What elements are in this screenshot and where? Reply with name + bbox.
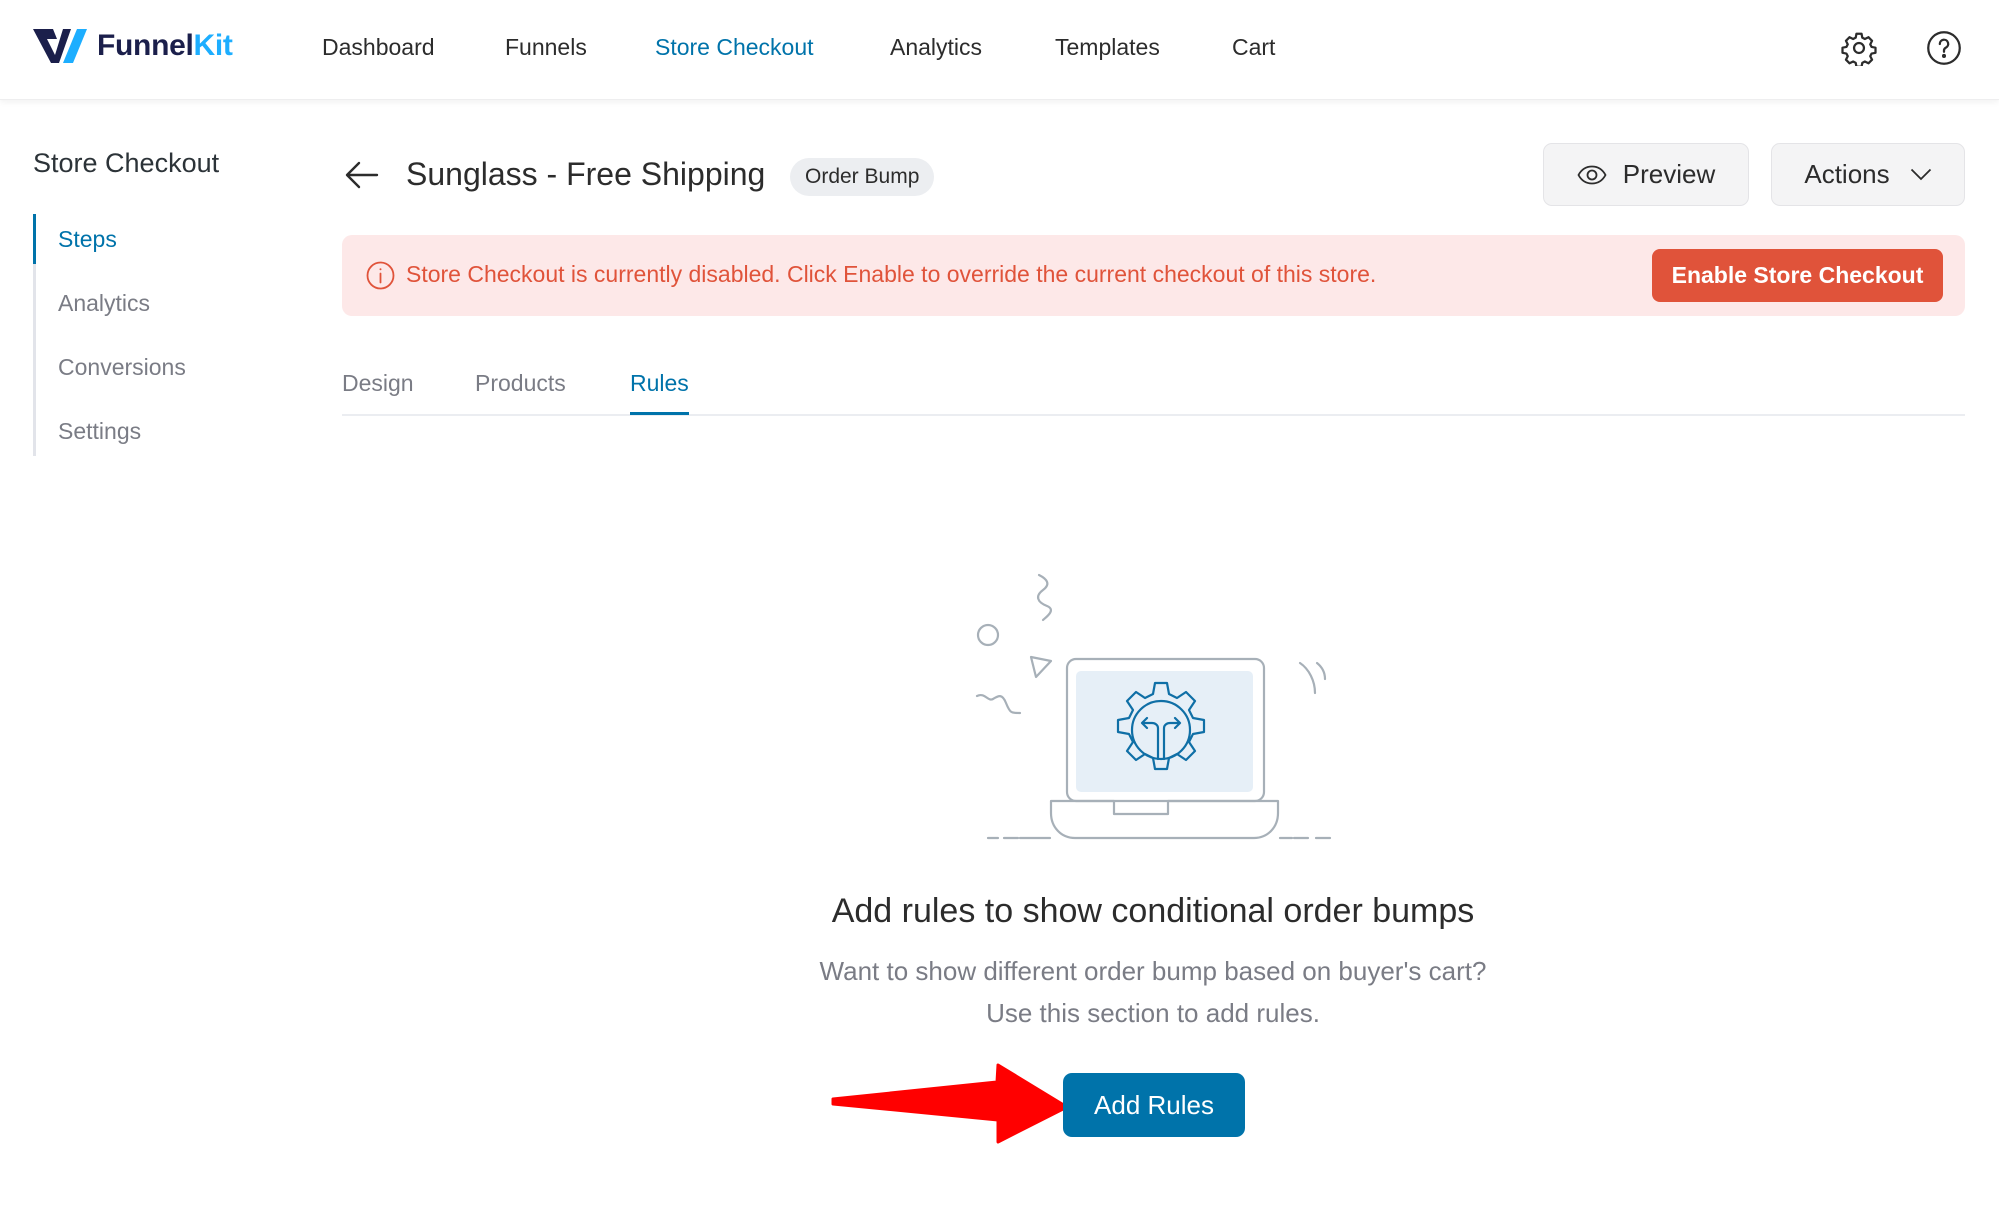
- sidebar-item-settings[interactable]: Settings: [36, 406, 253, 456]
- info-icon: [366, 261, 395, 290]
- checkout-disabled-banner: Store Checkout is currently disabled. Cl…: [342, 235, 1965, 316]
- actions-dropdown[interactable]: Actions: [1771, 143, 1965, 206]
- tab-products[interactable]: Products: [475, 370, 566, 397]
- laptop-base: [1049, 799, 1280, 840]
- arc-decoration: [1298, 661, 1317, 695]
- sidebar-item-analytics[interactable]: Analytics: [36, 278, 253, 342]
- tab-design[interactable]: Design: [342, 370, 414, 397]
- nav-analytics[interactable]: Analytics: [890, 34, 982, 61]
- red-annotation-arrow: [831, 1063, 1069, 1144]
- empty-state-title: Add rules to show conditional order bump…: [831, 892, 1475, 930]
- squiggle-decoration: [1037, 573, 1052, 622]
- gear-icon[interactable]: [1841, 30, 1877, 66]
- help-icon[interactable]: [1926, 30, 1962, 66]
- brand-name: FunnelKit: [97, 29, 233, 62]
- preview-button[interactable]: Preview: [1543, 143, 1749, 206]
- squiggle-decoration: [975, 694, 1022, 715]
- tab-rules[interactable]: Rules: [630, 370, 689, 415]
- sidebar-title: Store Checkout: [33, 148, 220, 178]
- sidebar-nav: Steps Analytics Conversions Settings: [33, 214, 253, 456]
- preview-label: Preview: [1622, 159, 1716, 189]
- chevron-down-icon: [1910, 168, 1931, 181]
- nav-store-checkout[interactable]: Store Checkout: [655, 34, 814, 61]
- nav-funnels[interactable]: Funnels: [505, 34, 587, 61]
- nav-templates[interactable]: Templates: [1055, 34, 1160, 61]
- nav-cart[interactable]: Cart: [1232, 34, 1275, 61]
- back-arrow-icon[interactable]: [344, 158, 380, 192]
- actions-label: Actions: [1804, 159, 1890, 189]
- circle-decoration: [976, 623, 1000, 647]
- sidebar-item-steps[interactable]: Steps: [33, 214, 253, 278]
- description-line-1: Want to show different order bump based …: [819, 956, 1487, 986]
- add-rules-button[interactable]: Add Rules: [1063, 1073, 1245, 1137]
- page-title: Sunglass - Free Shipping: [406, 156, 766, 192]
- step-tabs: Design Products Rules: [342, 364, 1965, 416]
- top-navigation-bar: FunnelKit Dashboard Funnels Store Checko…: [0, 0, 1999, 100]
- banner-message: Store Checkout is currently disabled. Cl…: [406, 261, 1377, 287]
- funnelkit-logo[interactable]: FunnelKit: [33, 28, 233, 64]
- empty-state-description: Want to show different order bump based …: [0, 950, 1999, 1034]
- sidebar-item-conversions[interactable]: Conversions: [36, 342, 253, 406]
- arc-decoration: [1315, 661, 1327, 681]
- description-line-2: Use this section to add rules.: [986, 998, 1320, 1028]
- triangle-decoration: [1029, 655, 1053, 679]
- enable-store-checkout-button[interactable]: Enable Store Checkout: [1652, 249, 1943, 302]
- rules-empty-illustration: [975, 573, 1332, 840]
- eye-icon: [1577, 165, 1607, 184]
- funnelkit-logo-icon: [33, 29, 87, 63]
- nav-dashboard[interactable]: Dashboard: [322, 34, 435, 61]
- step-type-badge: Order Bump: [790, 158, 935, 196]
